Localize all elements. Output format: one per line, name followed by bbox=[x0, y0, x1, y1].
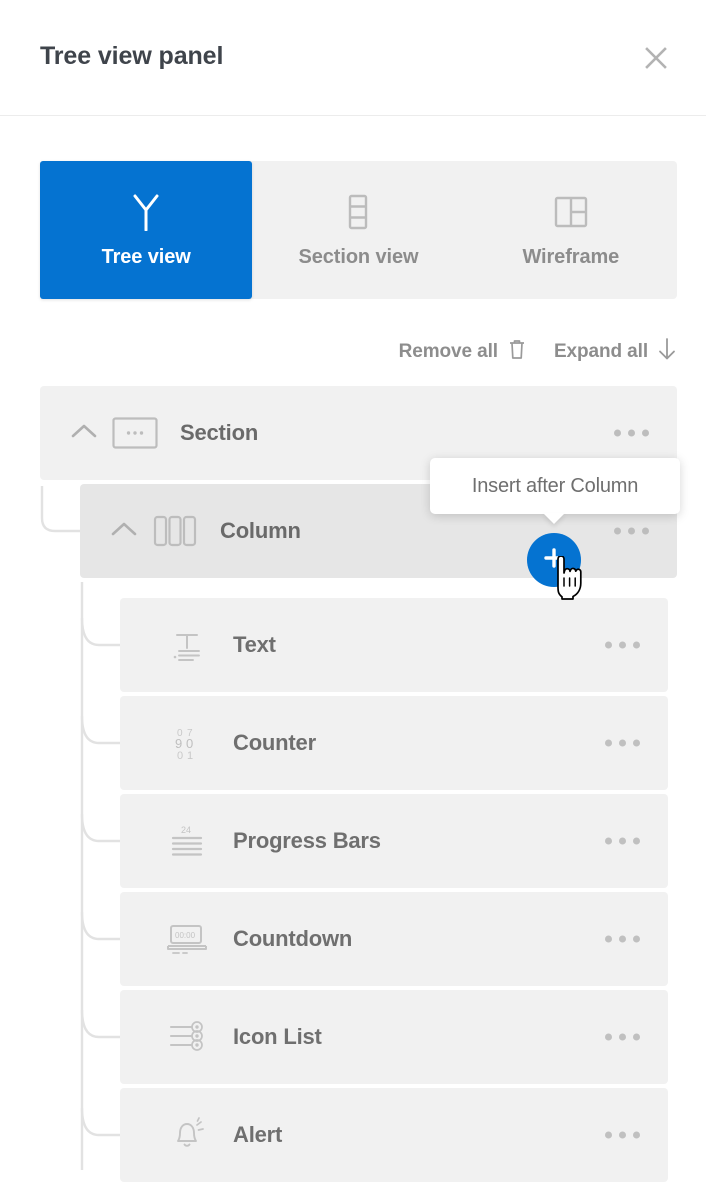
section-more-options-icon[interactable] bbox=[614, 429, 649, 437]
tree-row-alert[interactable]: Alert bbox=[120, 1088, 668, 1182]
svg-text:00:00: 00:00 bbox=[175, 931, 196, 940]
tree-row-text[interactable]: Text bbox=[120, 598, 668, 692]
tab-section-view[interactable]: Section view bbox=[252, 161, 464, 299]
countdown-more-options-icon[interactable] bbox=[605, 935, 640, 943]
arrow-down-icon bbox=[658, 338, 676, 366]
view-mode-tabs: Tree view Section view Wireframe bbox=[40, 161, 677, 299]
section-collapse-toggle[interactable] bbox=[62, 411, 106, 455]
alert-more-options-icon[interactable] bbox=[605, 1131, 640, 1139]
wireframe-grid-icon bbox=[554, 192, 588, 232]
expand-all-button[interactable]: Expand all bbox=[554, 338, 676, 366]
expand-all-label: Expand all bbox=[553, 341, 648, 362]
remove-all-button[interactable]: Remove all bbox=[399, 338, 526, 366]
countdown-timer-icon: 00:00 bbox=[165, 917, 211, 961]
icon-list-icon bbox=[165, 1015, 211, 1059]
tab-wireframe[interactable]: Wireframe bbox=[465, 161, 677, 299]
insert-tooltip: Insert after Column bbox=[430, 458, 680, 514]
close-button[interactable] bbox=[638, 40, 674, 76]
tree-row-icon-list[interactable]: Icon List bbox=[120, 990, 668, 1084]
plus-icon bbox=[542, 546, 566, 575]
section-placeholder-icon bbox=[112, 411, 158, 455]
close-icon bbox=[643, 45, 669, 71]
text-icon bbox=[165, 623, 211, 667]
column-row-label: Column bbox=[220, 518, 301, 543]
progress-bars-more-options-icon[interactable] bbox=[605, 837, 640, 845]
tree-toolbar: Remove all Expand all bbox=[399, 338, 676, 366]
remove-all-label: Remove all bbox=[398, 341, 498, 362]
section-stack-icon bbox=[346, 192, 370, 232]
icon-list-more-options-icon[interactable] bbox=[605, 1033, 640, 1041]
insert-after-column-button[interactable] bbox=[527, 533, 581, 587]
tab-tree-view[interactable]: Tree view bbox=[40, 161, 253, 299]
tree-row-countdown[interactable]: 00:00 Countdown bbox=[120, 892, 668, 986]
tooltip-tail bbox=[543, 513, 565, 524]
text-row-label: Text bbox=[233, 632, 276, 657]
tree-row-progress-bars[interactable]: 24 Progress Bars bbox=[120, 794, 668, 888]
section-row-label: Section bbox=[180, 420, 259, 445]
counter-row-label: Counter bbox=[233, 730, 316, 755]
text-more-options-icon[interactable] bbox=[605, 641, 640, 649]
alert-row-label: Alert bbox=[233, 1122, 283, 1147]
panel-header: Tree view panel bbox=[0, 0, 706, 116]
tab-tree-view-label: Tree view bbox=[101, 245, 191, 268]
tab-wireframe-label: Wireframe bbox=[522, 245, 620, 268]
progress-bars-row-label: Progress Bars bbox=[233, 828, 381, 853]
trash-icon bbox=[508, 338, 526, 366]
chevron-up-icon bbox=[71, 423, 97, 444]
svg-text:0: 0 bbox=[177, 750, 183, 761]
alert-bell-icon bbox=[165, 1113, 211, 1157]
counter-digits-icon: 0 7 9 0 0 1 bbox=[165, 721, 211, 765]
insert-tooltip-text: Insert after Column bbox=[471, 474, 639, 497]
column-collapse-toggle[interactable] bbox=[102, 509, 146, 553]
column-more-options-icon[interactable] bbox=[614, 527, 649, 535]
tree-branch-icon bbox=[129, 192, 163, 232]
columns-icon bbox=[152, 509, 198, 553]
svg-text:9: 9 bbox=[175, 736, 182, 751]
svg-text:0: 0 bbox=[186, 736, 193, 751]
page-title: Tree view panel bbox=[40, 42, 224, 70]
countdown-row-label: Countdown bbox=[233, 926, 353, 951]
icon-list-row-label: Icon List bbox=[233, 1024, 322, 1049]
tree-row-counter[interactable]: 0 7 9 0 0 1 Counter bbox=[120, 696, 668, 790]
tab-section-view-label: Section view bbox=[298, 245, 419, 268]
progress-bars-icon: 24 bbox=[165, 819, 211, 863]
chevron-up-icon bbox=[111, 521, 137, 542]
counter-more-options-icon[interactable] bbox=[605, 739, 640, 747]
svg-text:1: 1 bbox=[187, 750, 193, 761]
svg-text:24: 24 bbox=[181, 825, 191, 835]
